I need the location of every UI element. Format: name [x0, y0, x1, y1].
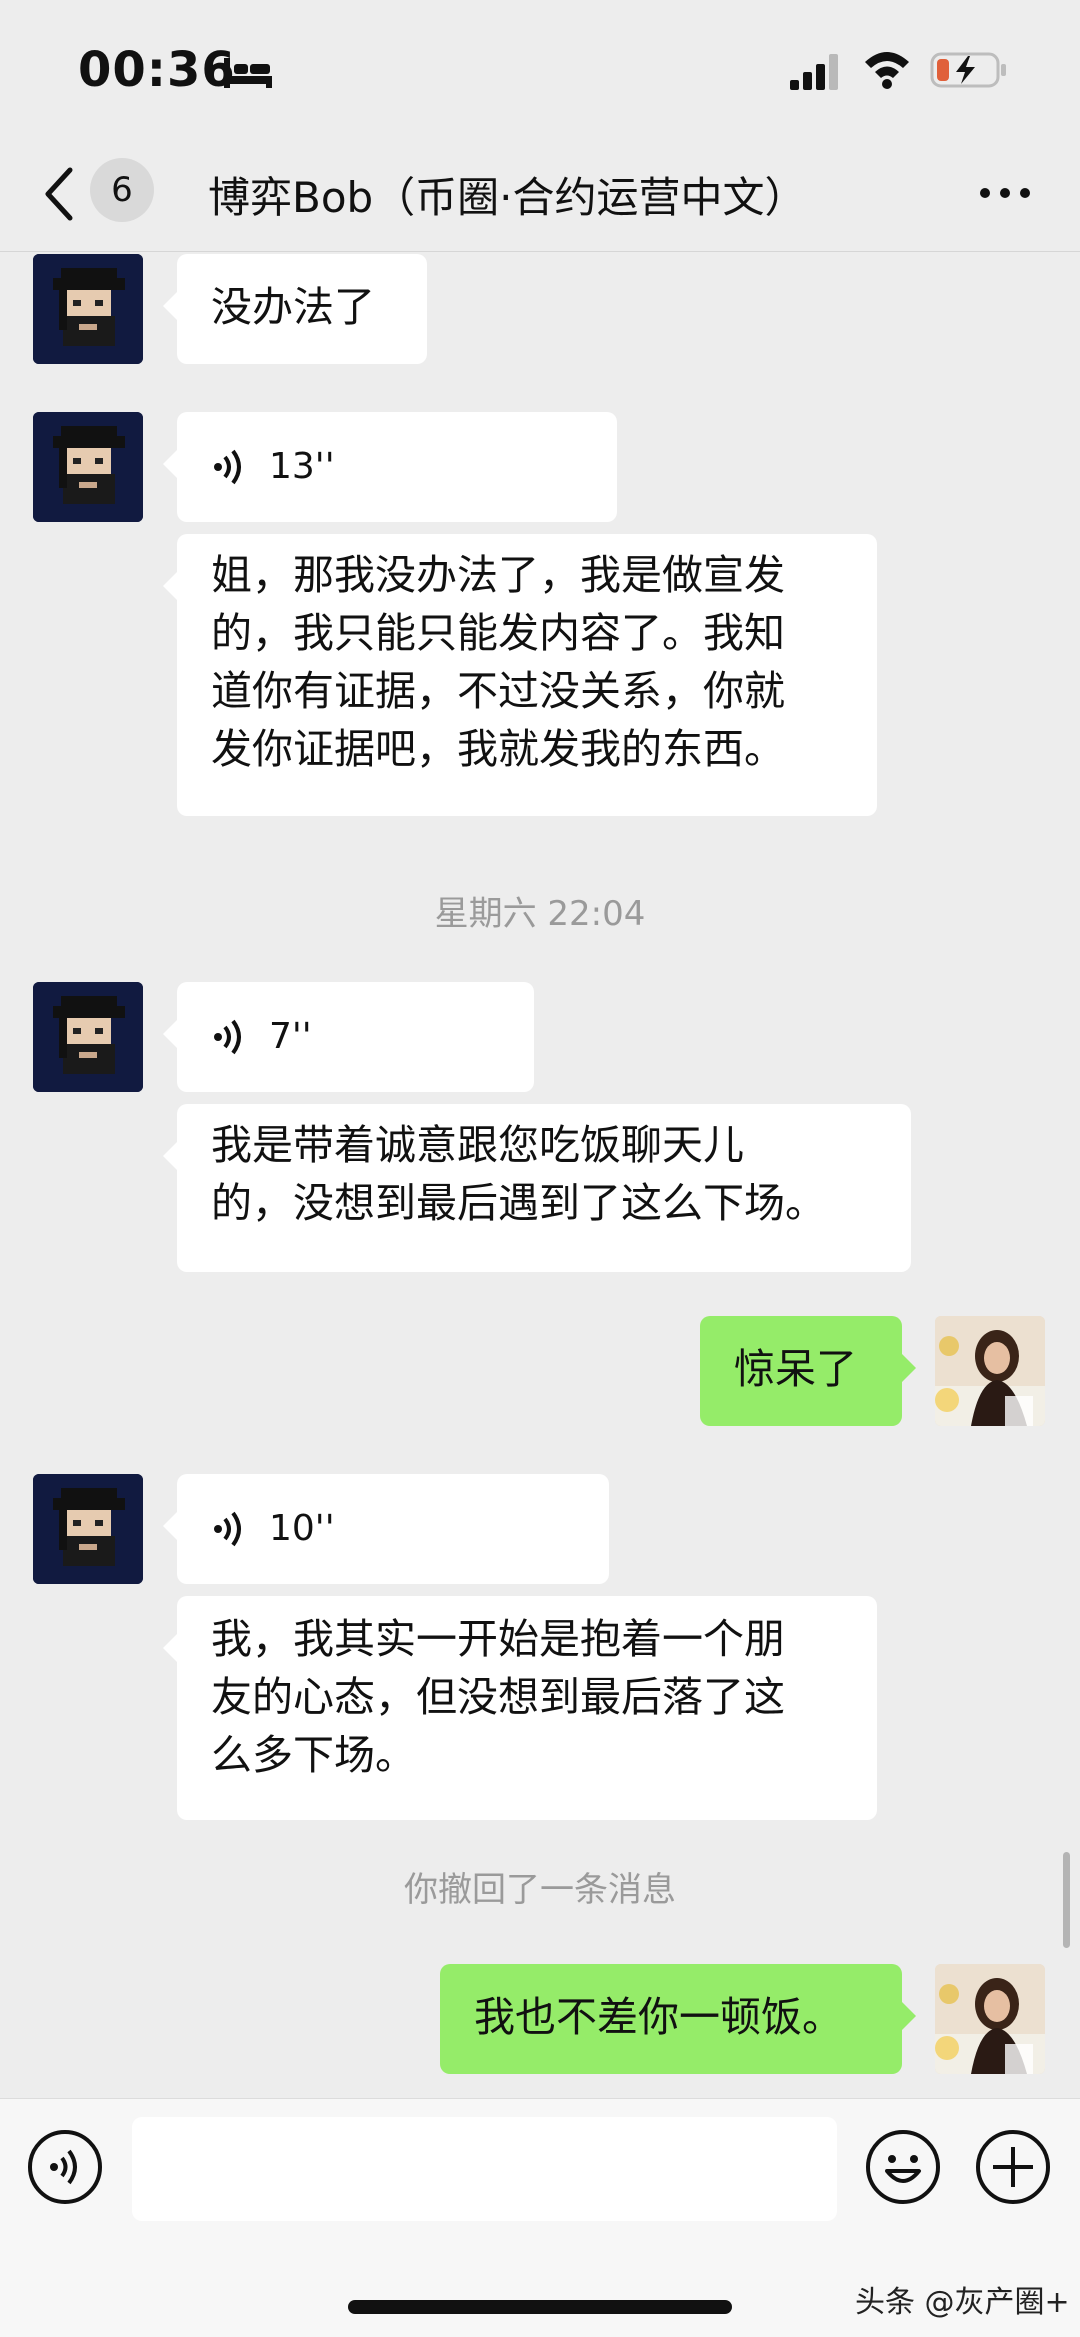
pixel-portrait-avatar-icon [33, 982, 143, 1092]
watermark: 头条 @灰产圈+ [855, 2285, 1070, 2320]
my-message-bubble[interactable]: 我也不差你一顿饭。 [440, 1964, 916, 2074]
contact-avatar[interactable] [33, 412, 143, 522]
sleep-focus-icon [224, 58, 272, 88]
message-bubble[interactable]: 我，我其实一开始是抱着一个朋 友的心态，但没想到最后落了这 么多下场。 [163, 1596, 877, 1820]
my-avatar[interactable] [935, 1316, 1045, 1426]
chat-header: 6 博弈Bob（币圈·合约运营中文） [0, 140, 1080, 252]
message-input[interactable] [132, 2117, 837, 2221]
message-line: 我，我其实一开始是抱着一个朋 [211, 1615, 785, 1663]
my-avatar[interactable] [935, 1964, 1045, 2074]
contact-avatar[interactable] [33, 1474, 143, 1584]
contact-avatar[interactable] [33, 982, 143, 1092]
emoji-icon[interactable] [865, 2129, 941, 2205]
pixel-portrait-avatar-icon [33, 1474, 143, 1584]
voice-mode-icon[interactable] [27, 2129, 103, 2205]
home-indicator[interactable] [348, 2300, 732, 2314]
voice-message[interactable]: 7'' [163, 982, 534, 1092]
plus-circle-icon[interactable] [975, 2129, 1051, 2205]
pixel-portrait-avatar-icon [33, 254, 143, 364]
message-text: 我也不差你一顿饭。 [474, 1993, 843, 2041]
status-bar: 00:36 [0, 0, 1080, 140]
timestamp-divider: 星期六 22:04 [434, 894, 646, 934]
message-bubble[interactable]: 没办法了 [163, 254, 427, 364]
portrait-photo-avatar-icon [935, 1964, 1045, 2074]
battery-charging-icon [930, 52, 1006, 88]
voice-message[interactable]: 13'' [163, 412, 617, 522]
status-time: 00:36 [78, 42, 236, 98]
message-line: 姐，那我没办法了，我是做宣发 [211, 551, 785, 599]
scrollbar[interactable] [1063, 1852, 1070, 1948]
contact-avatar[interactable] [33, 254, 143, 364]
message-line: 的，没想到最后遇到了这么下场。 [211, 1179, 826, 1227]
message-bubble[interactable]: 姐，那我没办法了，我是做宣发 的，我只能只能发内容了。我知 道你有证据，不过没关… [163, 534, 877, 816]
message-text: 没办法了 [211, 283, 375, 331]
voice-wave-icon [214, 1019, 241, 1055]
more-options-icon[interactable] [978, 186, 1032, 200]
message-list[interactable]: 没办法了 13'' 姐，那我没办法了，我是做宣发 的，我只能只能发内容了。我知 … [0, 252, 1080, 2098]
message-line: 我是带着诚意跟您吃饭聊天儿 [211, 1121, 744, 1169]
voice-wave-icon [214, 1511, 241, 1547]
recall-notice: 你撤回了一条消息 [404, 1870, 676, 1910]
voice-wave-icon [214, 449, 241, 485]
portrait-photo-avatar-icon [935, 1316, 1045, 1426]
message-bubble[interactable]: 我是带着诚意跟您吃饭聊天儿 的，没想到最后遇到了这么下场。 [163, 1104, 911, 1272]
message-text: 惊呆了 [734, 1345, 857, 1393]
message-line: 道你有证据，不过没关系，你就 [211, 667, 785, 715]
wifi-icon [865, 52, 909, 89]
message-line: 的，我只能只能发内容了。我知 [211, 609, 785, 657]
voice-message[interactable]: 10'' [163, 1474, 609, 1584]
voice-duration: 10'' [269, 1508, 335, 1549]
cellular-signal-icon [790, 54, 838, 90]
unread-count-badge[interactable]: 6 [90, 158, 154, 222]
chat-title: 博弈Bob（币圈·合约运营中文） [208, 173, 807, 222]
pixel-portrait-avatar-icon [33, 412, 143, 522]
message-line: 友的心态，但没想到最后落了这 [211, 1673, 785, 1721]
message-line: 么多下场。 [211, 1731, 416, 1779]
voice-duration: 13'' [269, 446, 335, 487]
back-chevron-icon[interactable] [42, 166, 74, 222]
voice-duration: 7'' [269, 1016, 312, 1057]
message-line: 发你证据吧，我就发我的东西。 [211, 725, 785, 773]
my-message-bubble[interactable]: 惊呆了 [700, 1316, 916, 1426]
